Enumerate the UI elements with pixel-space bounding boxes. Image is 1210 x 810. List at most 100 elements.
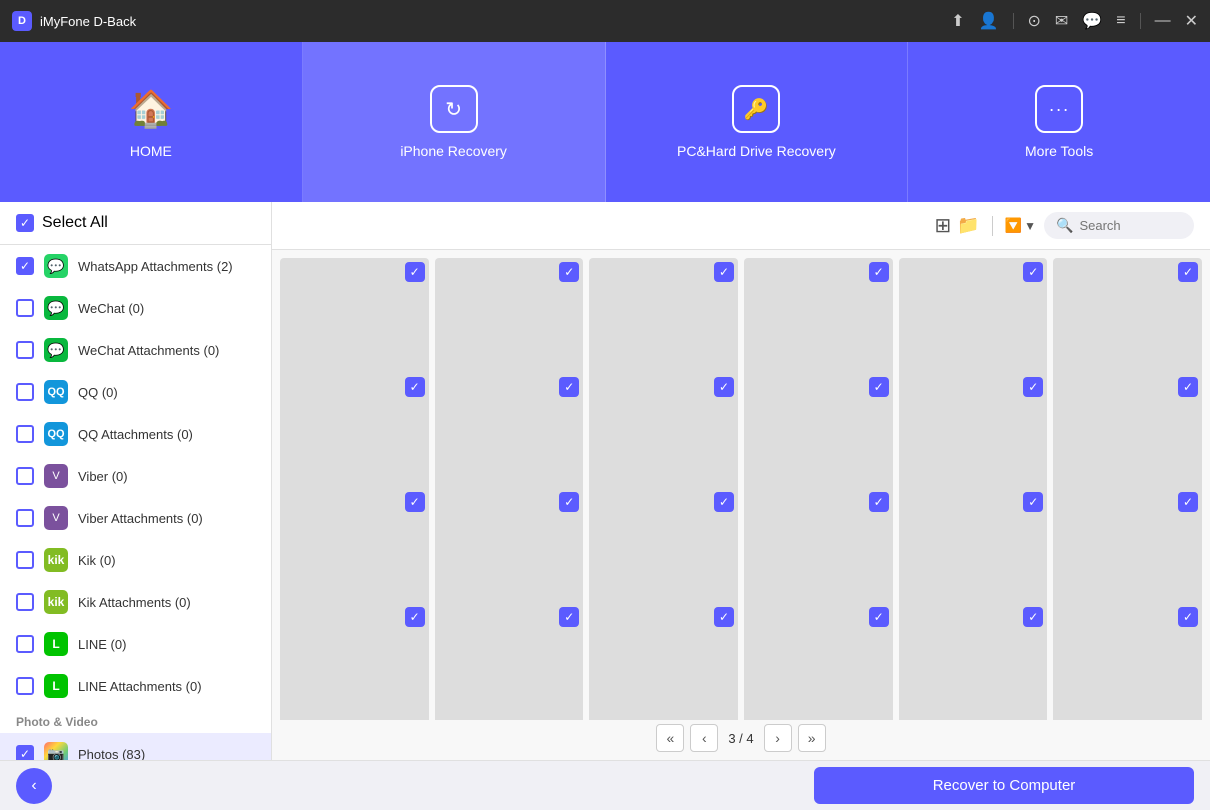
wechat-attach-checkbox[interactable] [16,341,34,359]
photo-check-icon[interactable]: ✓ [405,377,425,397]
line-attach-checkbox[interactable] [16,677,34,695]
sidebar: Select All 💬 WhatsApp Attachments (2) 💬 … [0,202,272,760]
photo-check-icon[interactable]: ✓ [1023,262,1043,282]
photo-item[interactable]: ✓ [589,603,738,720]
sidebar-item-line-attach[interactable]: L LINE Attachments (0) [0,665,271,707]
photo-check-icon[interactable]: ✓ [1178,377,1198,397]
sidebar-item-kik-attach[interactable]: kik Kik Attachments (0) [0,581,271,623]
mail-icon[interactable]: ✉ [1055,11,1068,31]
photo-check-icon[interactable]: ✓ [1023,377,1043,397]
titlebar-sep-1 [1013,13,1014,29]
nav-home[interactable]: 🏠 HOME [0,42,303,202]
close-icon[interactable]: ✕ [1185,11,1198,31]
qq-checkbox[interactable] [16,383,34,401]
photo-check-icon[interactable]: ✓ [405,262,425,282]
photo-check-icon[interactable]: ✓ [869,377,889,397]
photo-check-icon[interactable]: ✓ [559,262,579,282]
app-title: iMyFone D-Back [40,14,136,29]
minimize-icon[interactable]: — [1155,12,1171,30]
photo-check-icon[interactable]: ✓ [869,607,889,627]
kik-attach-icon: kik [44,590,68,614]
viber-attach-label: Viber Attachments (0) [78,511,203,526]
photo-check-icon[interactable]: ✓ [559,377,579,397]
photo-check-icon[interactable]: ✓ [1178,492,1198,512]
select-all-label: Select All [42,214,108,232]
user-icon[interactable]: 👤 [979,11,999,31]
back-button[interactable]: ‹ [16,768,52,804]
share-icon[interactable]: ⬆ [951,11,964,31]
sidebar-item-whatsapp-attach[interactable]: 💬 WhatsApp Attachments (2) [0,245,271,287]
photo-check-icon[interactable]: ✓ [405,607,425,627]
qq-attach-checkbox[interactable] [16,425,34,443]
next-page-button[interactable]: › [764,724,792,752]
photo-check-icon[interactable]: ✓ [869,492,889,512]
grid-view-icon[interactable]: ⊞ [934,213,951,238]
first-page-button[interactable]: « [656,724,684,752]
photo-check-icon[interactable]: ✓ [559,492,579,512]
photo-item[interactable]: ✓ [280,603,429,720]
photo-check-icon[interactable]: ✓ [714,262,734,282]
photo-check-icon[interactable]: ✓ [1023,607,1043,627]
menu-icon[interactable]: ≡ [1116,12,1125,30]
nav-iphone-recovery[interactable]: ↻ iPhone Recovery [303,42,606,202]
photo-item[interactable]: ✓ [744,603,893,720]
recover-to-computer-button[interactable]: Recover to Computer [814,767,1194,804]
nav-home-label: HOME [130,143,172,159]
location-icon[interactable]: ⊙ [1028,11,1041,31]
search-box[interactable]: 🔍 [1044,212,1194,239]
photo-item[interactable]: ✓ [899,603,1048,720]
qq-icon: QQ [44,380,68,404]
kik-icon: kik [44,548,68,572]
photo-check-icon[interactable]: ✓ [869,262,889,282]
line-checkbox[interactable] [16,635,34,653]
content-area: ⊞ 📁 🔽 ▼ 🔍 ✓✓✓✓✓✓✓✓✓✓✓✓✓✓✓✓✓✓✓✓✓✓✓✓ « ‹ 3… [272,202,1210,760]
sidebar-item-viber-attach[interactable]: V Viber Attachments (0) [0,497,271,539]
nav-more-tools[interactable]: ··· More Tools [908,42,1210,202]
sidebar-item-kik[interactable]: kik Kik (0) [0,539,271,581]
kik-checkbox[interactable] [16,551,34,569]
qq-label: QQ (0) [78,385,118,400]
titlebar-left: D iMyFone D-Back [12,11,136,31]
photo-check-icon[interactable]: ✓ [559,607,579,627]
photo-check-icon[interactable]: ✓ [405,492,425,512]
wechat-attach-icon: 💬 [44,338,68,362]
sidebar-item-photos[interactable]: 📷 Photos (83) [0,733,271,760]
chat-icon[interactable]: 💬 [1082,11,1102,31]
sidebar-item-wechat[interactable]: 💬 WeChat (0) [0,287,271,329]
photo-check-icon[interactable]: ✓ [1023,492,1043,512]
nav-pc-hard-drive[interactable]: 🔑 PC&Hard Drive Recovery [606,42,909,202]
photos-checkbox[interactable] [16,745,34,760]
sidebar-item-qq[interactable]: QQ QQ (0) [0,371,271,413]
photo-video-section-label: Photo & Video [0,707,271,733]
photo-check-icon[interactable]: ✓ [714,607,734,627]
photo-item[interactable]: ✓ [435,603,584,720]
sidebar-item-viber[interactable]: V Viber (0) [0,455,271,497]
back-icon: ‹ [31,777,36,795]
photo-check-icon[interactable]: ✓ [1178,607,1198,627]
kik-attach-checkbox[interactable] [16,593,34,611]
filter-button[interactable]: 🔽 ▼ [1005,217,1036,234]
viber-attach-icon: V [44,506,68,530]
nav-iphone-recovery-label: iPhone Recovery [400,143,507,159]
iphone-recovery-icon: ↻ [430,85,478,133]
photo-check-icon[interactable]: ✓ [714,492,734,512]
photo-check-icon[interactable]: ✓ [714,377,734,397]
line-icon: L [44,632,68,656]
viber-attach-checkbox[interactable] [16,509,34,527]
viber-label: Viber (0) [78,469,128,484]
photo-check-icon[interactable]: ✓ [1178,262,1198,282]
sidebar-item-wechat-attach[interactable]: 💬 WeChat Attachments (0) [0,329,271,371]
folder-view-icon[interactable]: 📁 [957,215,979,236]
whatsapp-checkbox[interactable] [16,257,34,275]
search-input[interactable] [1079,218,1182,233]
sidebar-header[interactable]: Select All [0,202,271,245]
navbar: 🏠 HOME ↻ iPhone Recovery 🔑 PC&Hard Drive… [0,42,1210,202]
viber-checkbox[interactable] [16,467,34,485]
wechat-checkbox[interactable] [16,299,34,317]
select-all-checkbox[interactable] [16,214,34,232]
sidebar-item-qq-attach[interactable]: QQ QQ Attachments (0) [0,413,271,455]
prev-page-button[interactable]: ‹ [690,724,718,752]
sidebar-item-line[interactable]: L LINE (0) [0,623,271,665]
photo-item[interactable]: ✓ [1053,603,1202,720]
last-page-button[interactable]: » [798,724,826,752]
